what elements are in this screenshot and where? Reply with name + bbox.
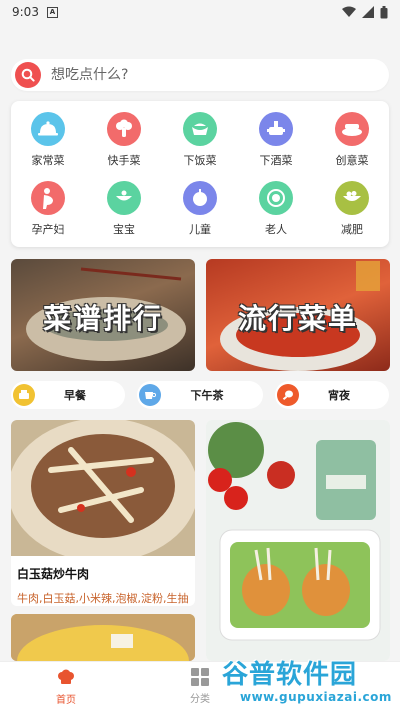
category-label: 下酒菜	[259, 154, 293, 167]
chip-label: 早餐	[64, 389, 86, 402]
search-input[interactable]	[51, 67, 351, 83]
chip-label: 宵夜	[328, 389, 350, 402]
category-label: 家常菜	[31, 154, 65, 167]
bowl-icon	[183, 112, 217, 146]
tab-home[interactable]: 首页	[1, 662, 131, 712]
category-label: 减肥	[341, 223, 363, 236]
cloche-icon	[31, 112, 65, 146]
wifi-icon	[342, 6, 356, 17]
teacup-icon	[139, 384, 161, 406]
tab-label: 首页	[56, 695, 76, 706]
banner-title: 流行菜单	[237, 302, 358, 335]
category-label: 宝宝	[113, 223, 135, 236]
notification-a-icon: A	[46, 6, 58, 18]
banner-title: 菜谱排行	[42, 302, 163, 335]
category-label: 快手菜	[107, 154, 141, 167]
chip-afternoon-tea[interactable]: 下午茶	[137, 381, 263, 409]
category-item-quick[interactable]: 快手菜	[94, 112, 154, 168]
category-item-creative[interactable]: 创意菜	[322, 112, 382, 168]
category-item-diet[interactable]: 减肥	[322, 181, 382, 237]
category-label: 儿童	[189, 223, 211, 236]
category-item-pregnant[interactable]: 孕产妇	[18, 181, 78, 237]
search-icon[interactable]	[15, 62, 41, 88]
pregnant-icon	[31, 181, 65, 215]
site-watermark: 谷普软件园 www.gupuxiazai.com	[222, 660, 398, 710]
grid-icon	[191, 668, 209, 686]
recipe-card-next[interactable]	[11, 614, 195, 661]
chip-label: 下午茶	[190, 389, 224, 402]
salad-icon	[335, 181, 369, 215]
category-item-rice[interactable]: 下饭菜	[170, 112, 230, 168]
juicer-icon	[183, 181, 217, 215]
recipe-card-beef-mushroom[interactable]: 白玉菇炒牛肉 牛肉,白玉菇,小米辣,泡椒,淀粉,生抽	[11, 420, 195, 606]
recipe-card-shrimp-mushroom[interactable]	[206, 420, 390, 661]
recipe-image	[11, 614, 195, 661]
category-item-home-cooking[interactable]: 家常菜	[18, 112, 78, 168]
category-label: 孕产妇	[31, 223, 65, 236]
noodle-icon	[259, 181, 293, 215]
category-grid: 家常菜 快手菜 下饭菜 下酒菜 创意菜 孕产妇 宝宝 儿童 老人 减肥	[11, 101, 389, 247]
chip-breakfast[interactable]: 早餐	[11, 381, 125, 409]
watermark-title: 谷普软件园	[222, 660, 358, 690]
recipe-title: 白玉菇炒牛肉	[17, 567, 90, 581]
drumstick-icon	[277, 384, 299, 406]
banner-recipe-ranking[interactable]: 菜谱排行	[11, 259, 195, 371]
status-time: 9:03	[12, 5, 39, 19]
hotpot-icon	[259, 112, 293, 146]
category-item-children[interactable]: 儿童	[170, 181, 230, 237]
category-item-wine[interactable]: 下酒菜	[246, 112, 306, 168]
broccoli-icon	[107, 112, 141, 146]
status-bar: 9:03 A	[0, 0, 400, 24]
search-bar[interactable]	[11, 59, 389, 91]
breakfast-icon	[13, 384, 35, 406]
category-label: 下饭菜	[183, 154, 217, 167]
chip-late-night-snack[interactable]: 宵夜	[275, 381, 389, 409]
category-label: 创意菜	[335, 154, 369, 167]
category-label: 老人	[265, 223, 287, 236]
dish-icon	[335, 112, 369, 146]
recipe-image	[206, 420, 390, 661]
banner-popular-menu[interactable]: 流行菜单	[206, 259, 390, 371]
baby-bowl-icon	[107, 181, 141, 215]
signal-icon	[362, 6, 374, 18]
recipe-image	[11, 420, 195, 556]
category-item-baby[interactable]: 宝宝	[94, 181, 154, 237]
category-item-elderly[interactable]: 老人	[246, 181, 306, 237]
chef-hat-icon	[58, 669, 74, 684]
recipe-ingredients: 牛肉,白玉菇,小米辣,泡椒,淀粉,生抽	[17, 592, 189, 605]
battery-icon	[380, 5, 388, 18]
watermark-url: www.gupuxiazai.com	[240, 690, 392, 704]
